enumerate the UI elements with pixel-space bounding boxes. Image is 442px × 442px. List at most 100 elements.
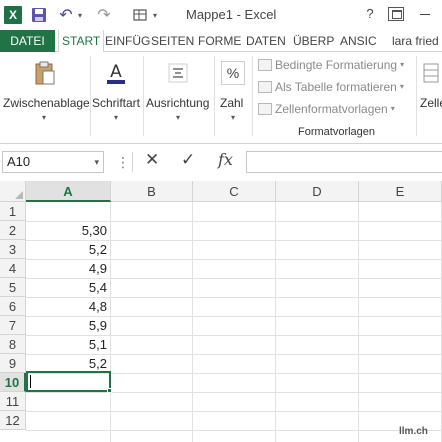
tab-start[interactable]: START: [58, 30, 105, 53]
cell-styles-button[interactable]: Zellenformatvorlagen ▾: [258, 100, 395, 118]
tab-insert[interactable]: EINFÜG: [105, 30, 150, 52]
gridline: [110, 202, 111, 442]
gridline: [26, 430, 442, 431]
font-color-icon: A: [102, 58, 130, 88]
cell-a12[interactable]: [26, 411, 110, 430]
undo-icon[interactable]: ↶: [58, 6, 74, 24]
window-title: Mappe1 - Excel: [186, 7, 277, 22]
spreadsheet-grid: A B C D E 1 2 3 4 5 6 7 8 9 10 11 12 5,3…: [0, 181, 442, 442]
cell-a4[interactable]: 4,9: [26, 259, 110, 278]
drag-handle-icon[interactable]: ⋮: [116, 154, 130, 171]
name-box[interactable]: A10 ▾: [2, 151, 104, 173]
gridline: [275, 202, 276, 442]
column-header-d[interactable]: D: [276, 181, 359, 202]
row-header-9[interactable]: 9: [0, 354, 26, 373]
row-header-4[interactable]: 4: [0, 259, 26, 278]
ribbon-separator: [252, 56, 253, 136]
cell-a11[interactable]: [26, 392, 110, 411]
help-button[interactable]: ?: [362, 6, 378, 21]
row-header-7[interactable]: 7: [0, 316, 26, 335]
customize-qat-icon[interactable]: [132, 6, 148, 24]
number-dropdown-icon: ▾: [231, 113, 236, 122]
row-header-10[interactable]: 10: [0, 373, 26, 392]
tab-page-layout[interactable]: SEITEN: [151, 30, 194, 52]
tab-view[interactable]: ANSIC: [340, 30, 377, 52]
redo-icon[interactable]: ↷: [96, 6, 112, 24]
ribbon-tabs: DATEI START EINFÜG SEITEN FORME DATEN ÜB…: [0, 30, 442, 53]
minimize-icon[interactable]: [420, 14, 430, 15]
tab-file[interactable]: DATEI: [0, 30, 55, 52]
cell-a7[interactable]: 5,9: [26, 316, 110, 335]
ribbon-display-options-icon[interactable]: [388, 7, 404, 21]
row-header-3[interactable]: 3: [0, 240, 26, 259]
clipboard-dropdown-icon: ▾: [42, 113, 47, 122]
column-header-a[interactable]: A: [26, 181, 111, 202]
align-center-icon: [164, 58, 192, 88]
chevron-down-icon[interactable]: ▾: [94, 152, 99, 172]
cell-a3[interactable]: 5,2: [26, 240, 110, 259]
ribbon: Zwischenablage ▾ A Schriftart ▾ Ausricht…: [0, 52, 442, 144]
tab-formulas[interactable]: FORME: [198, 30, 241, 52]
insert-function-icon[interactable]: fx: [218, 150, 233, 169]
undo-dropdown-icon[interactable]: ▾: [76, 6, 84, 24]
chevron-down-icon: ▾: [390, 104, 395, 113]
chevron-down-icon: ▾: [399, 82, 404, 91]
clipboard-group[interactable]: Zwischenablage ▾: [0, 56, 90, 138]
column-header-b[interactable]: B: [111, 181, 193, 202]
font-group[interactable]: A Schriftart ▾: [91, 56, 143, 138]
chevron-down-icon: ▾: [400, 60, 405, 69]
row-header-12[interactable]: 12: [0, 411, 26, 430]
row-header-5[interactable]: 5: [0, 278, 26, 297]
table-icon: [258, 81, 272, 93]
clipboard-icon: [32, 58, 58, 88]
column-header-c[interactable]: C: [193, 181, 276, 202]
conditional-formatting-button[interactable]: Bedingte Formatierung ▾: [258, 56, 404, 74]
font-label: Schriftart: [92, 96, 141, 110]
gridline: [192, 202, 193, 442]
cell-a2[interactable]: 5,30: [26, 221, 110, 240]
active-cell-a10[interactable]: [26, 371, 111, 392]
alignment-label: Ausrichtung: [146, 96, 210, 110]
cells-group[interactable]: Zelle: [417, 56, 442, 138]
formula-separator: [132, 152, 133, 172]
tab-review[interactable]: ÜBERP: [293, 30, 334, 52]
formula-bar: A10 ▾ ⋮ ✕ ✓ fx: [0, 144, 442, 178]
title-bar: X ↶ ▾ ↷ ▾ Mappe1 - Excel ?: [0, 0, 442, 30]
cell-a6[interactable]: 4,8: [26, 297, 110, 316]
clipboard-label: Zwischenablage: [3, 96, 90, 110]
cells-label: Zelle: [420, 96, 442, 110]
row-header-11[interactable]: 11: [0, 392, 26, 411]
enter-check-icon[interactable]: ✓: [181, 150, 195, 170]
cell-a1[interactable]: [26, 202, 110, 221]
svg-text:A: A: [110, 62, 122, 82]
row-header-8[interactable]: 8: [0, 335, 26, 354]
excel-logo-icon[interactable]: X: [4, 6, 22, 24]
alignment-group[interactable]: Ausrichtung ▾: [144, 56, 214, 138]
watermark: llm.ch: [399, 426, 428, 437]
save-icon[interactable]: [31, 6, 47, 24]
styles-group-caption: Formatvorlagen: [298, 126, 376, 138]
alignment-dropdown-icon: ▾: [176, 113, 181, 122]
user-name[interactable]: lara fried: [392, 30, 439, 52]
row-header-6[interactable]: 6: [0, 297, 26, 316]
formula-input[interactable]: [246, 151, 442, 173]
cell-styles-icon: [258, 103, 272, 115]
column-header-e[interactable]: E: [359, 181, 442, 202]
select-all-button[interactable]: [0, 181, 26, 202]
row-header-1[interactable]: 1: [0, 202, 26, 221]
cell-a8[interactable]: 5,1: [26, 335, 110, 354]
cells-icon: [421, 58, 441, 88]
row-header-2[interactable]: 2: [0, 221, 26, 240]
conditional-formatting-icon: [258, 59, 272, 71]
gridline: [358, 202, 359, 442]
font-dropdown-icon: ▾: [114, 113, 119, 122]
cell-a5[interactable]: 5,4: [26, 278, 110, 297]
qat-dropdown-icon[interactable]: ▾: [151, 6, 159, 24]
format-as-table-button[interactable]: Als Tabelle formatieren ▾: [258, 78, 404, 96]
number-group[interactable]: % Zahl ▾: [215, 56, 251, 138]
cancel-icon[interactable]: ✕: [145, 150, 159, 170]
tab-data[interactable]: DATEN: [246, 30, 286, 52]
number-label: Zahl: [220, 96, 244, 110]
percent-icon: %: [219, 58, 247, 88]
fill-handle[interactable]: [107, 388, 112, 393]
